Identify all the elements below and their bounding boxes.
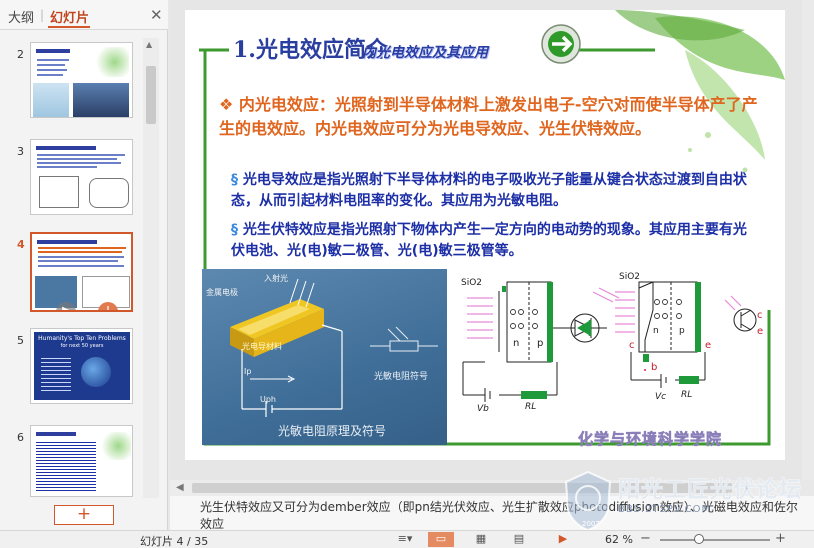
- sub-bullet-marker: §: [231, 172, 238, 188]
- thumbnail-diagram: [89, 178, 129, 208]
- vb-label: Vb: [477, 404, 489, 414]
- c-label: c: [757, 310, 763, 321]
- sio2-label: SiO2: [461, 278, 483, 288]
- thumbnail-number: 3: [17, 145, 24, 158]
- thumbnail-diagram: [39, 176, 79, 208]
- slide-thumbnail-pane: 大纲 | 幻灯片 ✕ 2 3 4 ▶ + 5 Humanity's Top Te…: [0, 0, 168, 530]
- watermark-title: 阳光工匠光伏论坛: [617, 478, 803, 504]
- scroll-up-icon[interactable]: ▲: [146, 40, 152, 49]
- n-region-label: n: [653, 326, 659, 336]
- metal-electrode-label: 金属电极: [206, 288, 238, 297]
- sub-bullet-1: § 光电导效应是指光照射下半导体材料的电子吸收光子能量从键合状态过渡到自由状态，…: [231, 170, 751, 212]
- thumbnail-number: 5: [17, 334, 24, 347]
- voltage-label: Uph: [260, 395, 277, 404]
- thumbnail-number: 2: [17, 48, 24, 61]
- watermark-url: BBS.2TSPV.COM: [618, 504, 712, 515]
- slide-thumbnail-4[interactable]: ▶ +: [30, 232, 133, 312]
- thumbnail-image: [73, 83, 129, 117]
- bullet-marker: ❖: [219, 95, 234, 114]
- zoom-slider-handle[interactable]: [694, 534, 704, 544]
- sub-bullet-2-text: 光生伏特效应是指光照射下物体内产生一定方向的电动势的现象。其应用主要有光伏电池、…: [231, 222, 747, 259]
- scroll-left-icon[interactable]: ◀: [176, 482, 184, 493]
- notes-toggle-icon[interactable]: ≡▾: [394, 532, 416, 547]
- rl-label: RL: [681, 390, 693, 400]
- tab-slides[interactable]: 幻灯片: [50, 7, 89, 26]
- slide-thumbnail-2[interactable]: [30, 42, 133, 118]
- thumbnail-number: 6: [17, 431, 24, 444]
- main-bullet-text: 内光电效应：光照射到半导体材料上激发出电子-空穴对而使半导体产了产生的电效应。内…: [219, 95, 758, 138]
- zoom-out-icon[interactable]: −: [640, 531, 651, 546]
- college-label: 化学与环境科学学院: [578, 430, 723, 449]
- symbol-label: 光敏电阻符号: [374, 372, 429, 382]
- sub-bullet-1-text: 光电导效应是指光照射下半导体材料的电子吸收光子能量从键合状态过渡到自由状态，从而…: [231, 172, 747, 209]
- zoom-level[interactable]: 62 %: [605, 533, 633, 546]
- incident-light-label: 入射光: [264, 274, 288, 283]
- slide-4[interactable]: 1.光电效应简介 内光电效应及其应用 ❖ 内光电效应：光照射到半导体材料上激发出…: [185, 10, 785, 460]
- tab-separator: |: [40, 8, 45, 22]
- material-label: 光电导材料: [242, 342, 282, 351]
- sub-bullet-2: § 光生伏特效应是指光照射下物体内产生一定方向的电动势的现象。其应用主要有光伏电…: [231, 220, 751, 262]
- c-label: c: [629, 340, 635, 351]
- n-region-label: n: [513, 338, 520, 349]
- slide-subtitle: 内光电效应及其应用: [362, 45, 488, 61]
- e-label: e: [705, 340, 712, 351]
- presentation-app: 大纲 | 幻灯片 ✕ 2 3 4 ▶ + 5 Humanity's Top Te…: [0, 0, 814, 548]
- photoresistor-figure: 入射光 金属电极 光电导材料 Ip Uph 光敏电阻符号 光敏电阻原理及符号: [202, 269, 447, 445]
- slide-thumbnail-3[interactable]: [30, 139, 133, 215]
- zoom-in-icon[interactable]: +: [775, 531, 786, 546]
- e-label: e: [757, 326, 764, 337]
- slide-sorter-icon[interactable]: ▦: [470, 532, 492, 547]
- sub-bullet-marker: §: [231, 222, 238, 238]
- normal-view-icon[interactable]: ▭: [428, 532, 454, 547]
- slideshow-icon[interactable]: ▶: [548, 532, 578, 547]
- b-label: b: [651, 362, 658, 373]
- thumbnail-title: Humanity's Top Ten Problems: [38, 335, 126, 342]
- slide-canvas: 1.光电效应简介 内光电效应及其应用 ❖ 内光电效应：光照射到半导体材料上激发出…: [170, 0, 814, 480]
- slide-counter: 幻灯片 4 / 35: [140, 535, 209, 548]
- close-icon[interactable]: ✕: [150, 6, 163, 24]
- figure-caption: 光敏电阻原理及符号: [278, 424, 387, 438]
- earth-icon: [81, 357, 111, 387]
- status-bar: 幻灯片 4 / 35 ≡▾ ▭ ▦ ▤ ▶ 62 % − +: [0, 530, 814, 548]
- canvas-vertical-scrollbar[interactable]: [802, 0, 814, 480]
- pane-tabs: 大纲 | 幻灯片 ✕: [0, 0, 168, 30]
- scrollbar-thumb[interactable]: [146, 66, 156, 124]
- vc-label: Vc: [655, 392, 667, 402]
- thumbnail-image: [33, 83, 69, 117]
- forum-watermark: 2007 阳光工匠光伏论坛 BBS.2TSPV.COM: [562, 470, 814, 532]
- zoom-slider[interactable]: [660, 539, 770, 541]
- rl-label: RL: [525, 402, 537, 412]
- thumbnail-number: 4: [17, 238, 25, 251]
- thumbnail-subtitle: for next 50 years: [60, 343, 104, 349]
- main-bullet: ❖ 内光电效应：光照射到半导体材料上激发出电子-空穴对而使半导体产了产生的电效应…: [219, 93, 769, 141]
- current-label: Ip: [244, 367, 252, 376]
- reading-view-icon[interactable]: ▤: [508, 532, 530, 547]
- add-slide-button[interactable]: +: [54, 505, 114, 525]
- p-region-label: p: [679, 326, 685, 336]
- tab-outline[interactable]: 大纲: [8, 7, 34, 26]
- slide-thumbnail-6[interactable]: [30, 425, 133, 497]
- watermark-year: 2007: [582, 520, 600, 528]
- slide-thumbnail-5[interactable]: Humanity's Top Ten Problems for next 50 …: [30, 328, 133, 404]
- sio2-label: SiO2: [619, 272, 641, 282]
- p-region-label: p: [537, 338, 544, 349]
- active-tab-underline: [48, 26, 90, 28]
